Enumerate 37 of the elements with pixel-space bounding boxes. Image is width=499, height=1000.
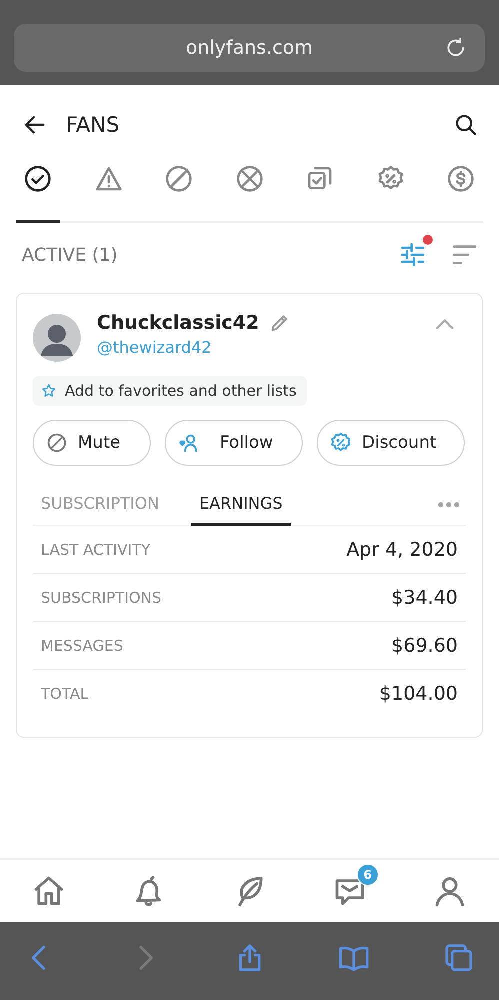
filter-button[interactable] <box>399 235 433 269</box>
filter-tab[interactable] <box>16 165 60 223</box>
dollar-circle-icon <box>447 165 475 193</box>
favorites-button[interactable]: Add to favorites and other lists <box>33 376 307 406</box>
row-label: TOTAL <box>41 684 89 702</box>
row-value: Apr 4, 2020 <box>346 538 458 560</box>
blocked-icon <box>46 432 68 454</box>
follow-button[interactable]: Follow <box>165 420 303 466</box>
url-text: onlyfans.com <box>186 37 314 59</box>
discount-button[interactable]: Discount <box>317 420 465 466</box>
row-value: $69.60 <box>392 634 458 656</box>
discount-badge-icon <box>330 432 352 454</box>
count-badge: 6 <box>356 864 379 886</box>
reload-icon <box>445 37 467 59</box>
section-title: ACTIVE (1) <box>22 244 118 266</box>
mute-button[interactable]: Mute <box>33 420 151 466</box>
tabs-icon <box>443 942 475 974</box>
x-circle-icon <box>236 165 264 193</box>
address-field[interactable]: onlyfans.com <box>14 24 485 72</box>
star-icon <box>41 383 57 399</box>
avatar <box>33 314 81 362</box>
blocked-icon <box>165 165 193 193</box>
check-circle-icon <box>24 165 52 193</box>
person-heart-icon <box>178 432 200 454</box>
fan-name: Chuckclassic42 <box>97 312 260 334</box>
row-value: $104.00 <box>379 682 458 704</box>
warning-icon <box>94 165 122 193</box>
sliders-icon <box>399 241 427 269</box>
page-title: FANS <box>66 113 120 137</box>
home-icon <box>32 874 66 908</box>
row-value: $34.40 <box>392 586 458 608</box>
toolbar-button[interactable] <box>443 942 475 974</box>
row-label: LAST ACTIVITY <box>41 540 150 558</box>
card-tab[interactable]: EARNINGS <box>191 484 291 526</box>
row-label: SUBSCRIPTIONS <box>41 588 162 606</box>
row-label: MESSAGES <box>41 636 124 654</box>
more-button[interactable] <box>438 502 460 508</box>
